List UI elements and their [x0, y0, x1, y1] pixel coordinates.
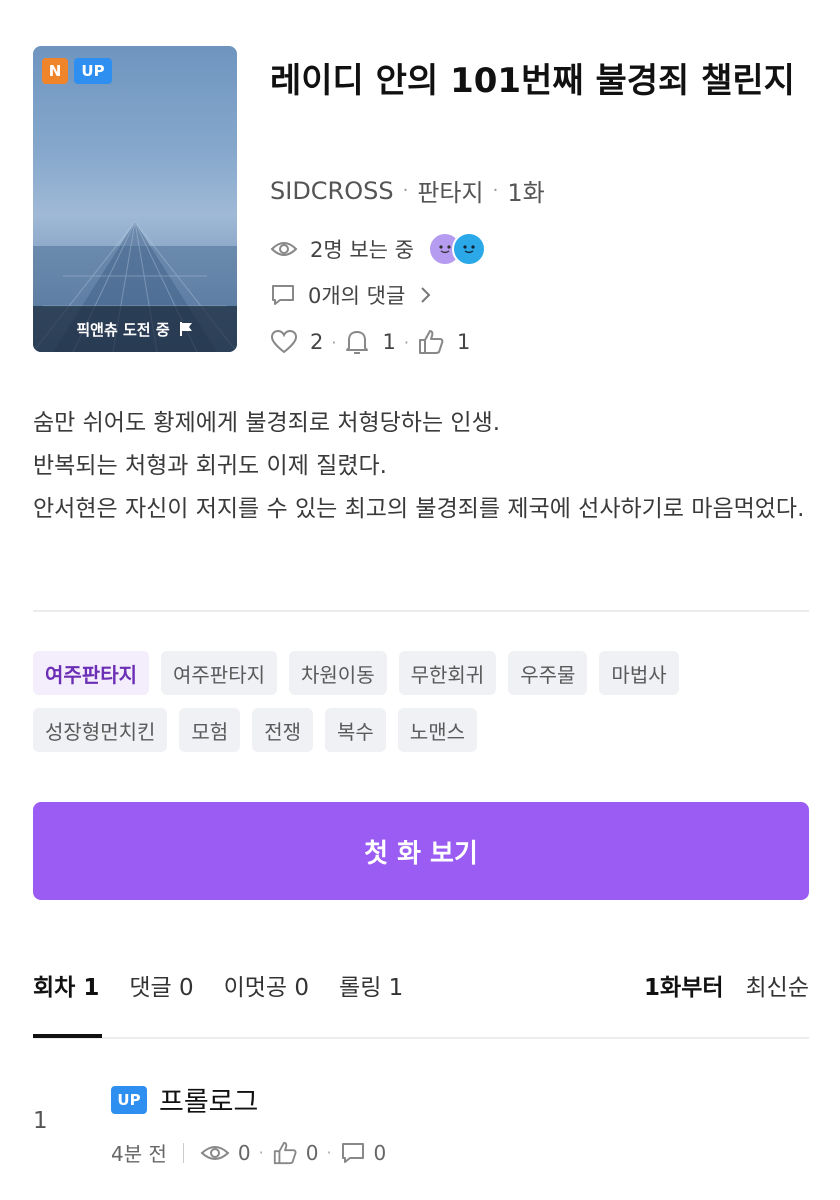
author-link[interactable]: SIDCROSS [270, 177, 394, 205]
challenge-status: 픽앤츄 도전 중 [33, 306, 237, 352]
tag[interactable]: 마법사 [599, 651, 679, 695]
tag[interactable]: 복수 [325, 708, 386, 752]
watching-count: 2명 보는 중 [310, 238, 414, 262]
likes-count: 2 [310, 330, 324, 354]
synopsis-line: 반복되는 처형과 회귀도 이제 질렸다. [33, 453, 387, 479]
new-badge: N [42, 58, 68, 84]
active-tab-indicator [33, 1034, 102, 1038]
tag[interactable]: 성장형먼치킨 [33, 708, 168, 752]
separator-dot: · [331, 332, 337, 352]
episode-recommends: 0 [305, 1140, 319, 1165]
divider [33, 610, 809, 612]
synopsis: 숨만 쉬어도 황제에게 불경죄로 처형당하는 인생. 반복되는 처형과 회귀도 … [33, 402, 813, 531]
watching-row: 2명 보는 중 [270, 232, 486, 266]
bell-icon[interactable] [344, 328, 370, 356]
synopsis-line: 숨만 쉬어도 황제에게 불경죄로 처형당하는 인생. [33, 410, 501, 436]
thumbs-up-icon [272, 1140, 298, 1166]
episode-number: 1 [33, 1108, 48, 1134]
tag[interactable]: 모험 [179, 708, 241, 752]
separator-dot: · [402, 180, 409, 201]
challenge-label: 픽앤츄 도전 중 [76, 320, 170, 339]
episode-title: 프롤로그 [159, 1087, 259, 1118]
episode-tabs: 회차 1 댓글 0 이멋공 0 롤링 1 [33, 968, 403, 1002]
tag[interactable]: 차원이동 [289, 651, 387, 695]
tab-rolling[interactable]: 롤링 1 [339, 968, 403, 1002]
read-first-episode-button[interactable]: 첫 화 보기 [33, 802, 809, 900]
viewer-avatar [452, 232, 486, 266]
cover-image[interactable]: N UP 픽앤츄 도전 중 [33, 46, 237, 352]
divider [182, 1142, 184, 1163]
update-badge: UP [74, 58, 112, 84]
chevron-right-icon [419, 286, 431, 304]
thumbs-up-icon[interactable] [417, 328, 445, 356]
tab-comments[interactable]: 댓글 0 [129, 968, 193, 1002]
sort-first-episode[interactable]: 1화부터 [644, 968, 723, 1002]
tag[interactable]: 무한회귀 [398, 651, 497, 695]
tag[interactable]: 우주물 [508, 651, 588, 695]
recommends-count: 1 [456, 330, 471, 354]
synopsis-line: 안서현은 자신이 저지를 수 있는 최고의 불경죄를 제국에 선사하기로 마음먹… [33, 496, 805, 522]
episode-views: 0 [237, 1140, 251, 1165]
tag[interactable]: 노맨스 [397, 708, 478, 752]
flag-icon [179, 322, 192, 336]
separator-dot: · [258, 1143, 264, 1162]
novel-title: 레이디 안의 101번째 불경죄 챌린지 [270, 61, 795, 101]
separator-dot: · [403, 332, 409, 352]
episode-item[interactable]: UP 프롤로그 [111, 1080, 258, 1119]
comments-count: 0개의 댓글 [308, 284, 406, 308]
episode-update-badge: UP [111, 1085, 147, 1114]
heart-icon[interactable] [270, 329, 298, 355]
stats-row: 2 · 1 · 1 [270, 328, 470, 356]
separator-dot: · [492, 180, 499, 201]
eye-icon [270, 239, 298, 259]
subscribers-count: 1 [382, 330, 396, 354]
genre-label: 판타지 [417, 179, 484, 207]
tag[interactable]: 여주판타지 [161, 651, 277, 695]
sort-options: 1화부터 최신순 [644, 968, 809, 1002]
comments-link[interactable]: 0개의 댓글 [270, 280, 431, 310]
comment-icon [270, 283, 296, 307]
separator-dot: · [326, 1143, 332, 1162]
eye-icon [200, 1143, 230, 1163]
sort-latest[interactable]: 최신순 [746, 968, 809, 1002]
episode-comments: 0 [373, 1140, 387, 1165]
tab-divider [33, 1037, 809, 1039]
comment-icon [340, 1141, 366, 1165]
tag-list: 여주판타지 여주판타지 차원이동 무한회귀 우주물 마법사 성장형먼치킨 모험 … [33, 651, 813, 752]
episode-meta: 4분 전 0 · 0 · 0 [111, 1138, 386, 1167]
episode-time: 4분 전 [111, 1142, 167, 1166]
tag[interactable]: 전쟁 [252, 708, 314, 752]
novel-meta: SIDCROSS · 판타지 · 1화 [270, 173, 545, 208]
tab-episodes[interactable]: 회차 1 [33, 968, 99, 1002]
tab-fanart[interactable]: 이멋공 0 [224, 968, 309, 1002]
tag-highlighted[interactable]: 여주판타지 [33, 651, 149, 695]
episode-count: 1화 [507, 179, 545, 207]
